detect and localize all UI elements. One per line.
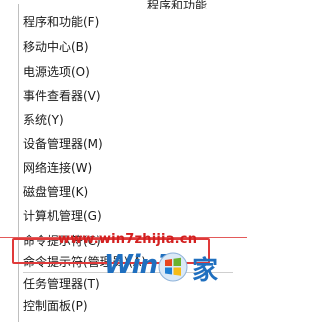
menu-item-power-options[interactable]: 电源选项(O) bbox=[23, 62, 223, 82]
menu-item-programs-features[interactable]: 程序和功能(F) bbox=[23, 12, 223, 32]
menu-item-device-manager[interactable]: 设备管理器(M) bbox=[23, 134, 223, 154]
windows-flag-icon bbox=[158, 252, 188, 286]
menu-item-mobility-center[interactable]: 移动中心(B) bbox=[23, 37, 223, 57]
cut-off-menu-item: 程序和功能 bbox=[147, 0, 208, 9]
watermark-logo-suffix: 家 bbox=[192, 256, 219, 286]
menu-item-network-connections[interactable]: 网络连接(W) bbox=[23, 158, 223, 178]
menu-item-control-panel[interactable]: 控制面板(P) bbox=[23, 296, 223, 316]
menu-item-disk-management[interactable]: 磁盘管理(K) bbox=[23, 182, 223, 202]
watermark-url: www.win7zhijia.cn bbox=[58, 232, 198, 247]
menu-item-system[interactable]: 系统(Y) bbox=[23, 110, 223, 130]
menu-item-event-viewer[interactable]: 事件查看器(V) bbox=[23, 86, 223, 106]
menu-item-computer-management[interactable]: 计算机管理(G) bbox=[23, 206, 223, 226]
